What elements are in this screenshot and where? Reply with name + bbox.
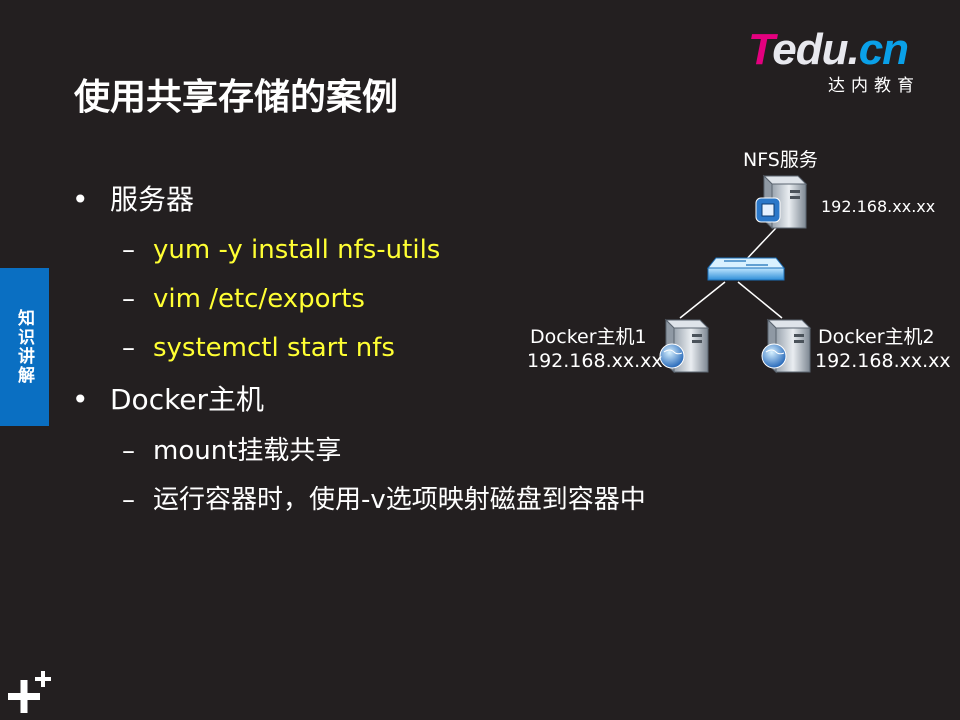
bullet-docker-text: Docker主机: [110, 383, 265, 416]
logo-wordmark: Tedu.cn: [748, 25, 909, 74]
docker-host-2-icon: [761, 318, 812, 374]
sub-bullet-dash: –: [122, 436, 135, 466]
docker-host-1-icon: [659, 318, 710, 374]
sub-bullet-dash: –: [122, 284, 135, 314]
server-step-install: yum -y install nfs-utils: [153, 235, 441, 265]
nfs-server-ip: 192.168.xx.xx: [821, 197, 936, 216]
side-tab: 知识讲解: [0, 268, 49, 426]
logo-letter-t: T: [748, 25, 773, 74]
sub-bullet-dash: –: [122, 485, 135, 515]
side-tab-label: 知识讲解: [14, 309, 34, 385]
slide-title: 使用共享存储的案例: [74, 77, 399, 118]
bullet-dot: •: [72, 383, 89, 416]
network-switch-icon: [706, 257, 786, 281]
tedu-logo: Tedu.cn 达内教育: [746, 26, 936, 104]
plus-icon: [8, 671, 51, 713]
logo-letters-edu: edu.: [772, 25, 859, 74]
server-step-exports: vim /etc/exports: [153, 284, 365, 314]
docker-host-1-label: Docker主机1: [530, 326, 647, 348]
docker-host-2-label: Docker主机2: [818, 326, 935, 348]
network-diagram: NFS服务 192.168.xx.xx Docker主机1 192.168.xx…: [520, 140, 960, 390]
bullet-dot: •: [72, 183, 89, 216]
logo-subtitle: 达内教育: [828, 76, 920, 96]
nfs-server-label: NFS服务: [743, 149, 818, 171]
bullet-server-text: 服务器: [110, 183, 195, 216]
docker-step-mount: mount挂载共享: [153, 436, 342, 466]
sub-bullet-dash: –: [122, 235, 135, 265]
docker-host-2-ip: 192.168.xx.xx: [815, 350, 951, 372]
docker-step-volume: 运行容器时，使用-v选项映射磁盘到容器中: [153, 485, 646, 515]
sub-bullet-dash: –: [122, 333, 135, 363]
nfs-server-icon: [755, 174, 808, 230]
logo-letters-cn: cn: [858, 25, 909, 74]
server-step-start: systemctl start nfs: [153, 333, 395, 363]
docker-host-1-ip: 192.168.xx.xx: [527, 350, 663, 372]
